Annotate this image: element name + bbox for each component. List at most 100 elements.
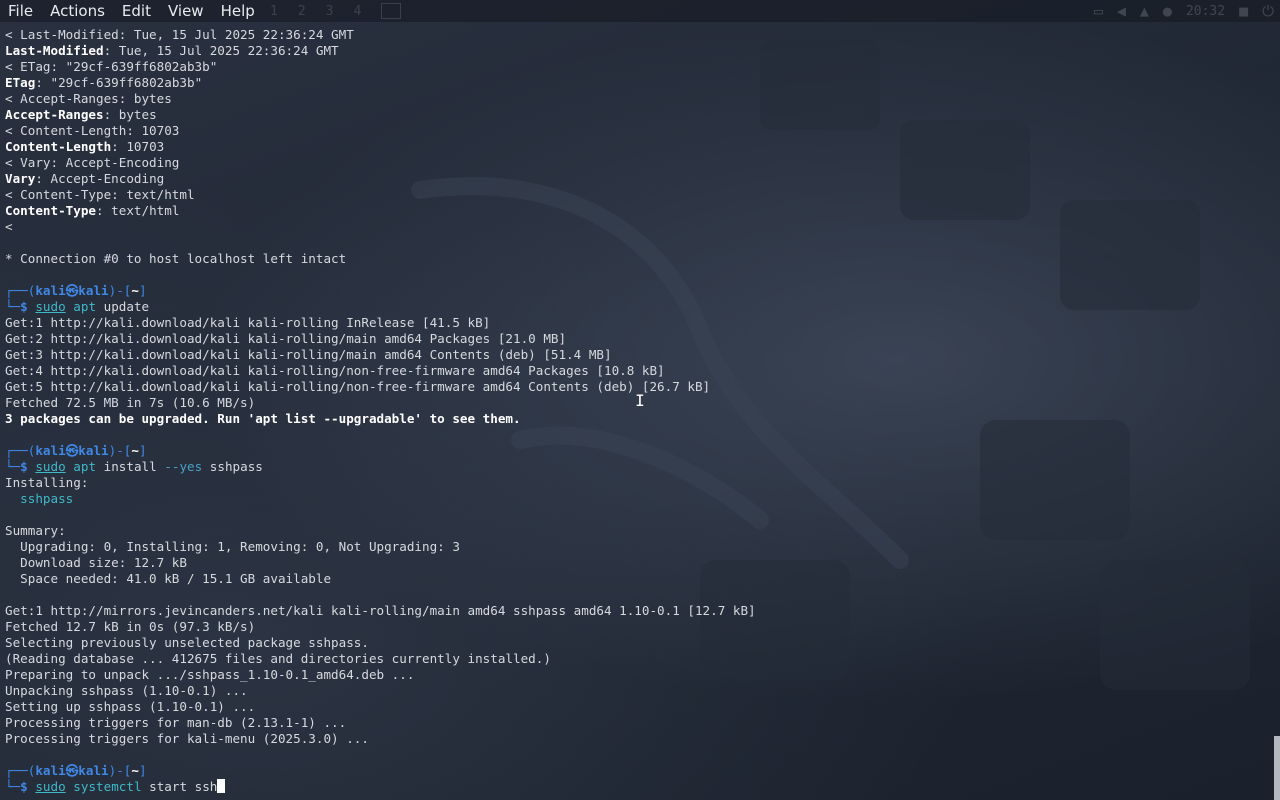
header-value: : Accept-Encoding xyxy=(35,171,165,186)
terminal-line: < Last-Modified: Tue, 15 Jul 2025 22:36:… xyxy=(5,27,354,42)
prompt-at-icon: ㉿ xyxy=(65,763,79,778)
terminal-line: Get:1 http://mirrors.jevincanders.net/ka… xyxy=(5,603,756,618)
terminal-line: * Connection #0 to host localhost left i… xyxy=(5,251,347,266)
prompt-dollar: $ xyxy=(20,779,36,794)
prompt-directory: ~ xyxy=(131,443,139,458)
system-tray: ▭ ◀ ▲ ● 20:32 ■ ⏻ xyxy=(1094,0,1274,22)
header-key: Content-Type xyxy=(5,203,96,218)
menu-help[interactable]: Help xyxy=(212,0,263,22)
menu-view[interactable]: View xyxy=(159,0,212,22)
terminal-line: Get:4 http://kali.download/kali kali-rol… xyxy=(5,363,665,378)
command-argument: start ssh xyxy=(141,779,218,794)
prompt-frame: )-[ xyxy=(108,283,132,298)
terminal-line: ┌──(kali㉿kali)-[~] xyxy=(5,283,1270,299)
prompt-user: kali xyxy=(35,283,66,298)
command-sudo: sudo xyxy=(35,299,66,314)
prompt-frame: └─ xyxy=(5,459,21,474)
terminal-bold-text: 3 packages can be upgraded. Run 'apt lis… xyxy=(5,411,521,426)
package-name: sshpass xyxy=(5,491,74,506)
workspace-3[interactable]: 3 xyxy=(326,4,334,19)
terminal-line: < ETag: "29cf-639ff6802ab3b" xyxy=(5,59,218,74)
header-key: Content-Length xyxy=(5,139,112,154)
prompt-dollar: $ xyxy=(20,459,36,474)
terminal-line: Preparing to unpack .../sshpass_1.10-0.1… xyxy=(5,667,415,682)
command-flag: --yes xyxy=(164,459,203,474)
workspace-2[interactable]: 2 xyxy=(298,4,306,19)
terminal-line: Installing: xyxy=(5,475,89,490)
command-name: apt xyxy=(73,299,97,314)
terminal-line: Download size: 12.7 kB xyxy=(5,555,187,570)
show-desktop-icon[interactable] xyxy=(381,3,402,19)
prompt-frame: └─ xyxy=(5,779,21,794)
prompt-frame: )-[ xyxy=(108,443,132,458)
terminal-line: sshpass xyxy=(5,491,1270,507)
terminal-line: Selecting previously unselected package … xyxy=(5,635,369,650)
prompt-user: kali xyxy=(35,443,66,458)
terminal-line: Accept-Ranges: bytes xyxy=(5,107,1270,123)
terminal-line: ETag: "29cf-639ff6802ab3b" xyxy=(5,75,1270,91)
prompt-frame: )-[ xyxy=(108,763,132,778)
command-name: apt xyxy=(73,459,97,474)
workspace-switcher: 1 2 3 4 xyxy=(270,0,402,22)
terminal-line: Unpacking sshpass (1.10-0.1) ... xyxy=(5,683,248,698)
terminal-output[interactable]: < Last-Modified: Tue, 15 Jul 2025 22:36:… xyxy=(5,27,1270,800)
prompt-frame: ] xyxy=(138,443,147,458)
command-argument: sshpass xyxy=(202,459,263,474)
terminal-line: Get:1 http://kali.download/kali kali-rol… xyxy=(5,315,491,330)
header-value: : Tue, 15 Jul 2025 22:36:24 GMT xyxy=(103,43,339,58)
terminal-line: < xyxy=(5,219,13,234)
terminal-line: ┌──(kali㉿kali)-[~] xyxy=(5,763,1270,779)
text-cursor-ibeam-icon: I xyxy=(635,391,645,410)
clock[interactable]: 20:32 xyxy=(1186,4,1225,19)
prompt-at-icon: ㉿ xyxy=(65,443,79,458)
terminal-line: Setting up sshpass (1.10-0.1) ... xyxy=(5,699,256,714)
terminal-line: (Reading database ... 412675 files and d… xyxy=(5,651,551,666)
prompt-host: kali xyxy=(78,283,109,298)
power-icon[interactable]: ● xyxy=(1163,2,1172,20)
command-sudo: sudo xyxy=(35,459,66,474)
terminal-line: < Vary: Accept-Encoding xyxy=(5,155,180,170)
volume-icon[interactable]: ◀ xyxy=(1117,2,1126,20)
prompt-dollar: $ xyxy=(20,299,36,314)
menu-file[interactable]: File xyxy=(0,0,41,22)
terminal-line: Space needed: 41.0 kB / 15.1 GB availabl… xyxy=(5,571,332,586)
prompt-user: kali xyxy=(35,763,66,778)
prompt-at-icon: ㉿ xyxy=(65,283,79,298)
terminal-line: Summary: xyxy=(5,523,66,538)
terminal-line: Vary: Accept-Encoding xyxy=(5,171,1270,187)
terminal-line: Fetched 12.7 kB in 0s (97.3 kB/s) xyxy=(5,619,256,634)
notification-bell-icon[interactable]: ▲ xyxy=(1140,2,1149,20)
terminal-scrollbar[interactable] xyxy=(1274,736,1280,800)
workspace-4[interactable]: 4 xyxy=(353,4,361,19)
logout-icon[interactable]: ⏻ xyxy=(1262,2,1274,20)
terminal-line: < Content-Length: 10703 xyxy=(5,123,180,138)
command-argument: install xyxy=(96,459,165,474)
workspace-1[interactable]: 1 xyxy=(270,4,278,19)
terminal-line: < Accept-Ranges: bytes xyxy=(5,91,172,106)
header-key: ETag xyxy=(5,75,36,90)
terminal-line: └─$ sudo apt update xyxy=(5,299,1270,315)
header-value: : bytes xyxy=(103,107,157,122)
menu-edit[interactable]: Edit xyxy=(113,0,159,22)
terminal-line: Content-Length: 10703 xyxy=(5,139,1270,155)
display-icon[interactable]: ▭ xyxy=(1094,2,1103,20)
menu-bar: File Actions Edit View Help xyxy=(0,0,1280,22)
prompt-directory: ~ xyxy=(131,763,139,778)
menu-actions[interactable]: Actions xyxy=(41,0,113,22)
prompt-frame: ┌──( xyxy=(5,443,36,458)
terminal-line: 3 packages can be upgraded. Run 'apt lis… xyxy=(5,411,1270,427)
terminal-line: Get:3 http://kali.download/kali kali-rol… xyxy=(5,347,612,362)
terminal-line: Upgrading: 0, Installing: 1, Removing: 0… xyxy=(5,539,460,554)
terminal-line: Content-Type: text/html xyxy=(5,203,1270,219)
terminal-cursor xyxy=(217,779,226,793)
header-key: Vary xyxy=(5,171,36,186)
prompt-frame: ] xyxy=(138,763,147,778)
lock-icon[interactable]: ■ xyxy=(1239,2,1248,20)
header-value: : 10703 xyxy=(111,139,165,154)
terminal-line: Get:2 http://kali.download/kali kali-rol… xyxy=(5,331,567,346)
